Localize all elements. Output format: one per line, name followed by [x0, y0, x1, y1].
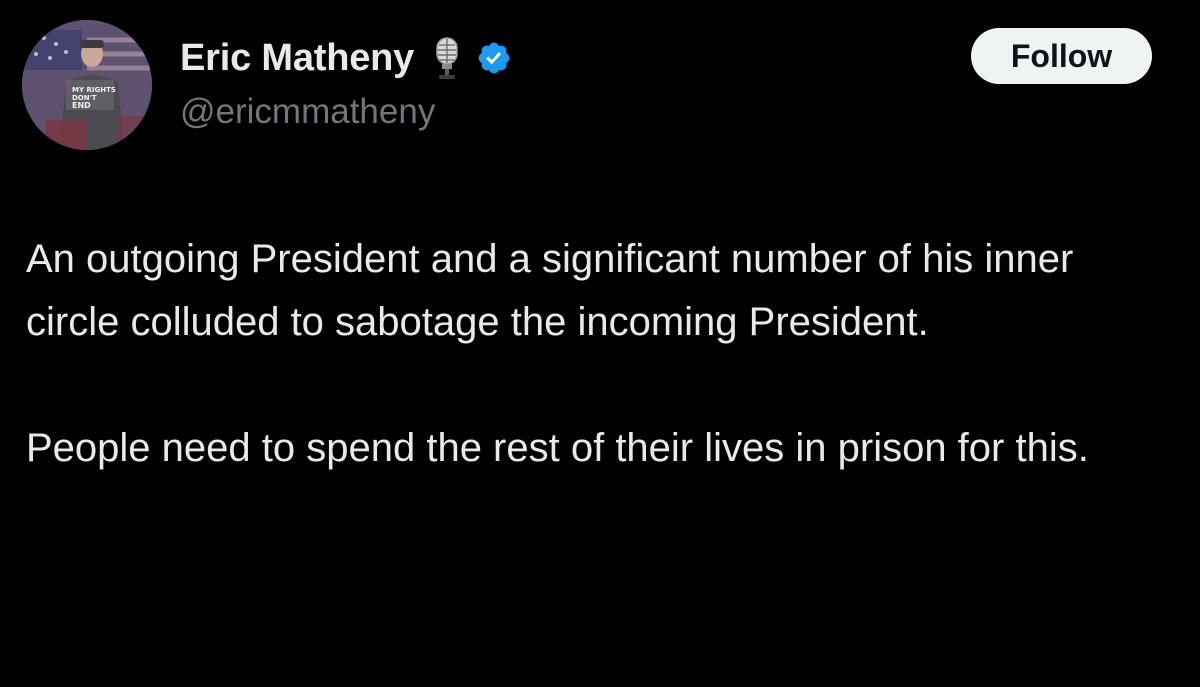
verified-badge-icon[interactable] [476, 40, 512, 76]
tweet-paragraph: An outgoing President and a significant … [26, 237, 1074, 344]
avatar-image: MY RIGHTS DON'T END [22, 20, 152, 150]
tweet-card: MY RIGHTS DON'T END Eric Matheny @ericmm… [0, 0, 1200, 687]
tweet-paragraph: People need to spend the rest of their l… [26, 426, 1089, 470]
svg-text:MY RIGHTS: MY RIGHTS [72, 86, 116, 94]
author-avatar[interactable]: MY RIGHTS DON'T END [22, 20, 152, 150]
author-handle[interactable]: @ericmmatheny [180, 90, 435, 134]
microphone-icon [430, 34, 464, 82]
svg-text:END: END [72, 101, 91, 110]
author-name-row: Eric Matheny [180, 34, 512, 82]
author-display-name[interactable]: Eric Matheny [180, 34, 414, 82]
tweet-body: An outgoing President and a significant … [26, 228, 1176, 480]
follow-button[interactable]: Follow [971, 28, 1152, 84]
